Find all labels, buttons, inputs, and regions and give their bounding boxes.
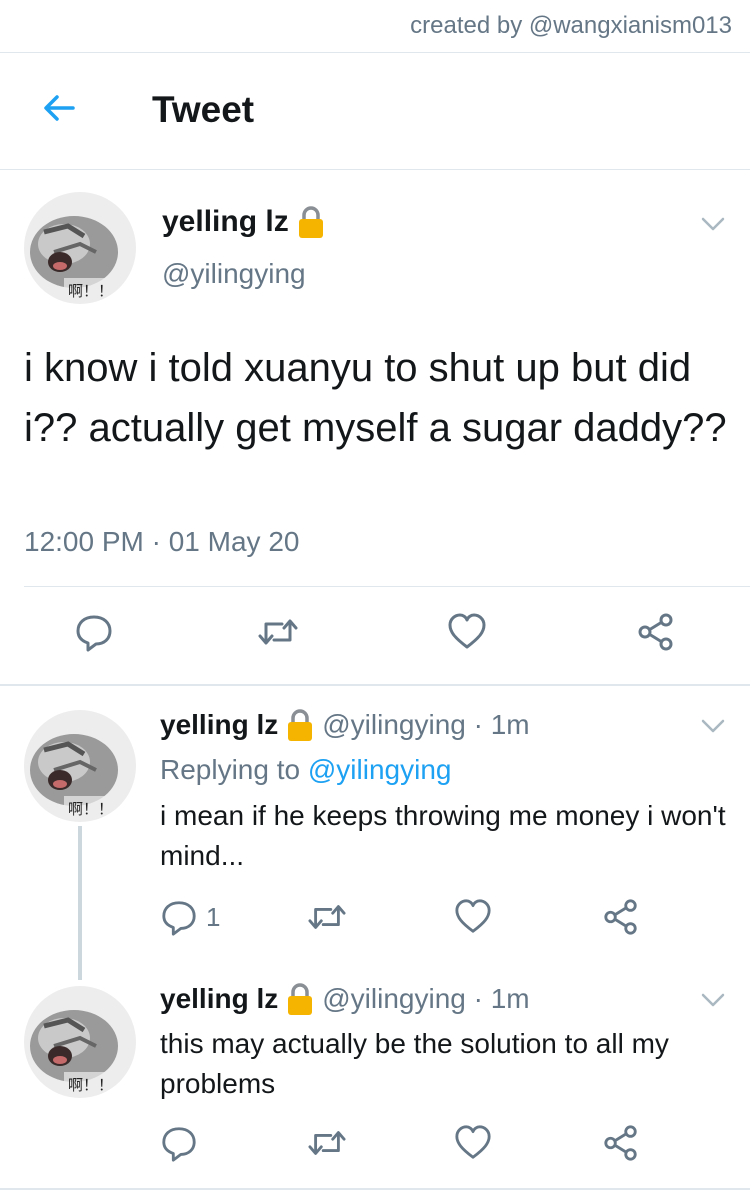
retweet-button[interactable] — [306, 898, 348, 936]
reply-icon — [160, 898, 198, 936]
reply-count: 1 — [206, 901, 221, 932]
author-name: yelling lz — [160, 983, 279, 1014]
divider — [0, 684, 750, 686]
author-name: yelling lz — [160, 709, 279, 740]
retweet-button[interactable] — [306, 1124, 348, 1162]
retweet-icon — [306, 898, 348, 936]
page-title: Tweet — [152, 89, 255, 130]
top-bar: Tweet — [0, 52, 750, 170]
share-icon — [602, 1124, 640, 1162]
avatar-caption: 啊！！ — [68, 282, 113, 300]
reply-icon — [74, 612, 114, 652]
divider — [24, 586, 750, 587]
author-handle: @yilingying · 1m — [322, 983, 530, 1014]
retweet-icon — [306, 1124, 348, 1162]
reply-button[interactable] — [74, 612, 114, 652]
avatar[interactable]: 啊！！ — [24, 192, 136, 304]
credit-watermark: created by @wangxianism013 — [410, 12, 732, 39]
cat-avatar-image: 啊！！ — [24, 710, 136, 822]
replying-to-link[interactable]: @yilingying — [308, 754, 452, 785]
back-button[interactable] — [34, 83, 84, 133]
author-handle: @yilingying · 1m — [322, 709, 530, 740]
lock-icon — [297, 205, 325, 239]
replying-prefix: Replying to — [160, 754, 308, 785]
share-button[interactable] — [602, 898, 640, 936]
reply-button[interactable] — [160, 1124, 198, 1162]
reply-text: i mean if he keeps throwing me money i w… — [160, 800, 726, 871]
lock-icon — [286, 708, 314, 742]
reply-button[interactable]: 1 — [160, 898, 220, 936]
like-button[interactable] — [447, 612, 487, 652]
avatar[interactable]: 啊！！ — [24, 986, 136, 1098]
like-button[interactable] — [454, 898, 492, 936]
heart-icon — [454, 1124, 492, 1162]
reply-text: this may actually be the solution to all… — [160, 1028, 669, 1099]
chevron-down-icon[interactable] — [700, 990, 726, 1010]
heart-icon — [447, 612, 487, 652]
main-tweet-author[interactable]: yelling lz — [162, 205, 325, 239]
avatar[interactable]: 啊！！ — [24, 710, 136, 822]
replying-to: Replying to @yilingying — [160, 754, 451, 786]
chevron-down-icon[interactable] — [700, 716, 726, 736]
avatar-caption: 啊！！ — [68, 1076, 113, 1094]
thread-connector — [78, 826, 82, 980]
author-name: yelling lz — [162, 205, 289, 238]
avatar-caption: 啊！！ — [68, 800, 113, 818]
retweet-icon — [256, 612, 300, 652]
cat-avatar-image: 啊！！ — [24, 192, 136, 304]
heart-icon — [454, 898, 492, 936]
cat-avatar-image: 啊！！ — [24, 986, 136, 1098]
tweet-text: i know i told xuanyu to shut up but did … — [24, 346, 727, 450]
reply-author-line[interactable]: yelling lz @yilingying · 1m — [160, 982, 530, 1016]
share-button[interactable] — [602, 1124, 640, 1162]
chevron-down-icon[interactable] — [700, 214, 726, 234]
share-icon — [636, 612, 676, 652]
tweet-timestamp[interactable]: 12:00 PM · 01 May 20 — [24, 526, 299, 558]
retweet-button[interactable] — [256, 612, 300, 652]
reply-icon — [160, 1124, 198, 1162]
reply-author-line[interactable]: yelling lz @yilingying · 1m — [160, 708, 530, 742]
share-button[interactable] — [636, 612, 676, 652]
arrow-left-icon — [44, 95, 75, 121]
divider — [0, 1188, 750, 1190]
like-button[interactable] — [454, 1124, 492, 1162]
share-icon — [602, 898, 640, 936]
lock-icon — [286, 982, 314, 1016]
author-handle[interactable]: @yilingying — [162, 258, 306, 290]
